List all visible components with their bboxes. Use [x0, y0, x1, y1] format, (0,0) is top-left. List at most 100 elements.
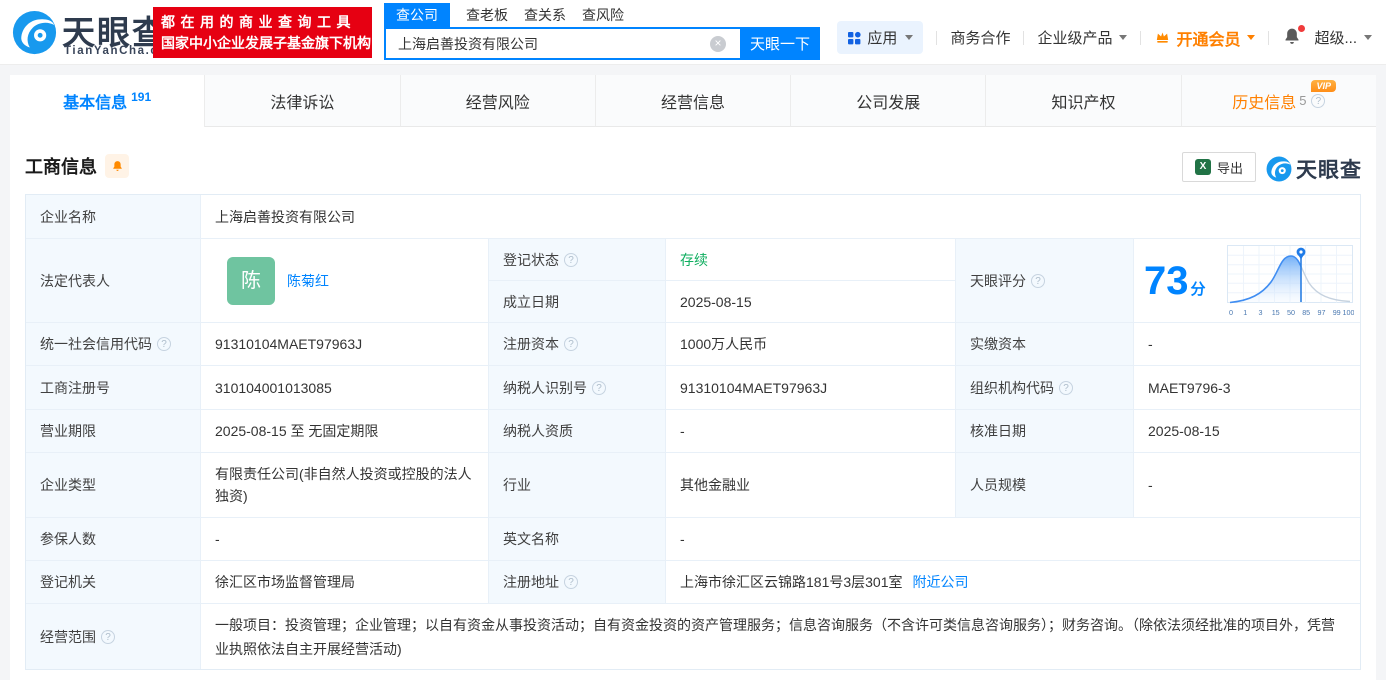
help-icon[interactable]	[564, 252, 578, 267]
score-axis-ticks: 0 1 3 15 50 85 97 99 100	[1229, 308, 1354, 317]
org-code-value: MAET9796-3	[1134, 366, 1360, 410]
svg-text:50: 50	[1287, 308, 1295, 317]
tab-history-info[interactable]: VIP 历史信息 5	[1181, 75, 1376, 127]
search-button[interactable]: 天眼一下	[740, 27, 820, 60]
help-icon[interactable]	[564, 575, 578, 589]
reg-status-label: 登记状态	[489, 239, 666, 281]
score-label: 天眼评分	[956, 239, 1134, 323]
score-cell: 73 分 0 1 3 15 50 85 97 99 100	[1134, 239, 1360, 323]
search-tab-company[interactable]: 查公司	[384, 2, 450, 27]
help-icon[interactable]	[157, 337, 171, 351]
tab-legal-litigation[interactable]: 法律诉讼	[205, 75, 401, 127]
reg-address-value: 上海市徐汇区云锦路181号3层301室	[680, 574, 903, 590]
search-tabs: 查公司 查老板 查关系 查风险	[384, 2, 820, 27]
search-tab-boss[interactable]: 查老板	[466, 3, 508, 27]
company-tabs: 基本信息 191 法律诉讼 经营风险 经营信息 公司发展 知识产权 VIP 历史…	[10, 75, 1376, 127]
nav-cooperation[interactable]: 商务合作	[950, 27, 1010, 48]
vip-label: 开通会员	[1176, 31, 1241, 49]
chevron-down-icon	[1364, 35, 1372, 40]
tab-basic-info[interactable]: 基本信息 191	[10, 75, 206, 127]
score-value: 73 分	[1144, 258, 1206, 303]
chevron-down-icon	[1119, 35, 1128, 40]
svg-text:0: 0	[1229, 308, 1233, 317]
business-scope-label: 经营范围	[26, 604, 201, 669]
reg-capital-value: 1000万人民币	[666, 323, 956, 366]
nav-enterprise-products[interactable]: 企业级产品	[1037, 27, 1128, 48]
svg-text:3: 3	[1259, 308, 1263, 317]
nearby-companies-link[interactable]: 附近公司	[913, 571, 969, 593]
insured-label: 参保人数	[26, 518, 201, 561]
tab-intellectual-property[interactable]: 知识产权	[986, 75, 1182, 127]
reg-capital-label: 注册资本	[489, 323, 666, 366]
help-icon[interactable]	[592, 380, 606, 395]
divider	[1140, 30, 1142, 45]
search-input[interactable]	[384, 27, 740, 60]
export-button[interactable]: 导出	[1181, 152, 1256, 182]
org-code-label: 组织机构代码	[956, 366, 1134, 410]
tab-label: 公司发展	[856, 94, 921, 112]
top-header: 天眼查 TianYanCha.com 都在用的商业查询工具 国家中小企业发展子基…	[0, 0, 1386, 65]
credit-code-label: 统一社会信用代码	[26, 323, 201, 366]
nav-open-vip[interactable]: 开通会员	[1154, 26, 1256, 50]
legal-rep-link[interactable]: 陈菊红	[287, 270, 329, 292]
watermark-logo: 天眼查	[1266, 154, 1362, 184]
tab-label: 经营风险	[465, 94, 530, 112]
section-header: 工商信息	[25, 153, 129, 179]
avatar: 陈	[227, 256, 275, 305]
divider	[1268, 30, 1270, 45]
approval-date-label: 核准日期	[956, 410, 1134, 453]
reg-authority-label: 登记机关	[26, 561, 201, 604]
tab-business-risk[interactable]: 经营风险	[400, 75, 596, 127]
taxpayer-quality-label: 纳税人资质	[489, 410, 666, 453]
tab-label: 经营信息	[660, 94, 725, 112]
slogan-line1: 都在用的商业查询工具	[161, 13, 356, 30]
cooperation-label: 商务合作	[950, 30, 1011, 47]
business-term-label: 营业期限	[26, 410, 201, 453]
notifications-bell[interactable]	[1282, 24, 1306, 49]
reg-address-cell: 上海市徐汇区云锦路181号3层301室 附近公司	[666, 561, 1360, 604]
score-distribution-chart: 0 1 3 15 50 85 97 99 100	[1227, 244, 1354, 317]
taxpayer-id-label: 纳税人识别号	[489, 366, 666, 410]
staff-size-value: -	[1134, 453, 1360, 518]
apps-menu[interactable]: 应用	[837, 21, 924, 54]
nav-account[interactable]: 超级...	[1314, 27, 1372, 48]
reg-status-value: 存续	[666, 239, 956, 281]
business-info-table: 企业名称 上海启善投资有限公司 法定代表人 陈 陈菊红 登记状态 存续 成立日期…	[25, 194, 1361, 670]
reg-number-value: 310104001013085	[201, 366, 489, 410]
svg-text:100: 100	[1343, 308, 1355, 317]
slogan-line2: 国家中小企业发展子基金旗下机构	[161, 34, 371, 51]
company-type-label: 企业类型	[26, 453, 201, 518]
search-area: 查公司 查老板 查关系 查风险 天眼一下	[384, 2, 820, 60]
chevron-down-icon	[905, 35, 914, 40]
help-icon[interactable]	[1031, 273, 1045, 288]
search-tab-relation[interactable]: 查关系	[524, 3, 566, 27]
reg-number-label: 工商注册号	[26, 366, 201, 410]
tab-business-info[interactable]: 经营信息	[595, 75, 792, 127]
help-icon[interactable]	[101, 629, 115, 644]
watermark-text: 天眼查	[1296, 159, 1362, 182]
tab-company-development[interactable]: 公司发展	[791, 75, 987, 127]
legal-rep-label: 法定代表人	[26, 239, 201, 323]
tianyancha-logo-icon	[1266, 156, 1292, 182]
tab-label: 基本信息	[63, 95, 128, 112]
industry-label: 行业	[489, 453, 666, 518]
company-type-value: 有限责任公司(非自然人投资或控股的法人独资)	[201, 453, 489, 518]
est-date-label: 成立日期	[489, 281, 666, 323]
top-nav: 应用 商务合作 企业级产品 开通会员 超级...	[837, 21, 1372, 54]
vip-badge: VIP	[1311, 80, 1336, 92]
help-icon[interactable]	[564, 337, 578, 351]
svg-text:85: 85	[1302, 308, 1310, 317]
help-icon[interactable]	[1311, 93, 1326, 108]
crown-icon	[1157, 32, 1169, 43]
paid-capital-label: 实缴资本	[956, 323, 1134, 366]
business-scope-value: 一般项目：投资管理；企业管理；以自有资金从事投资活动；自有资金投资的资产管理服务…	[201, 604, 1360, 669]
taxpayer-id-value: 91310104MAET97963J	[666, 366, 956, 410]
notification-dot	[1298, 24, 1306, 32]
clear-search-icon[interactable]	[710, 36, 726, 52]
bell-icon	[112, 160, 122, 171]
search-tab-risk[interactable]: 查风险	[582, 3, 624, 27]
reg-address-label: 注册地址	[489, 561, 666, 604]
help-icon[interactable]	[1059, 380, 1073, 395]
subscribe-bell-button[interactable]	[105, 154, 129, 178]
account-label: 超级...	[1314, 30, 1357, 47]
